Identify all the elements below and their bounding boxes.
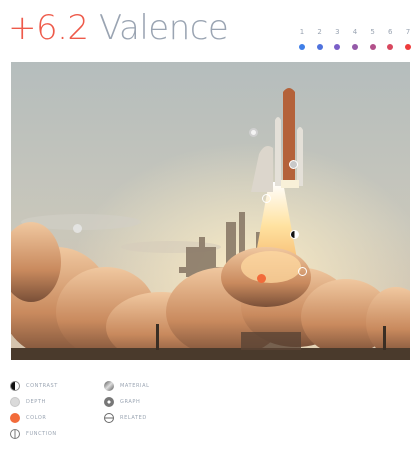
shuttle-launch-illustration	[11, 62, 410, 360]
legend-label-graph: GRAPH	[120, 399, 141, 405]
scale-label-5: 5	[370, 28, 375, 36]
scale-label-7: 7	[405, 28, 411, 36]
legend-item-material: MATERIAL	[104, 381, 150, 391]
shuttle-launch-photo	[11, 62, 410, 360]
legend-label-related: RELATED	[120, 415, 147, 421]
graph-marker[interactable]	[289, 160, 298, 169]
material-marker[interactable]	[249, 128, 258, 137]
legend-label-depth: DEPTH	[26, 399, 46, 405]
legend-item-color: COLOR	[10, 413, 46, 423]
color-icon	[10, 413, 20, 423]
depth-marker[interactable]	[73, 224, 82, 233]
related-icon	[104, 413, 114, 423]
scale-dot-4[interactable]	[349, 44, 361, 50]
legend-item-function: FUNCTION	[10, 429, 57, 439]
legend-item-contrast: CONTRAST	[10, 381, 58, 391]
material-icon	[104, 381, 114, 391]
legend-item-depth: DEPTH	[10, 397, 46, 407]
scale-dot-3[interactable]	[331, 44, 343, 50]
scale-label-6: 6	[388, 28, 393, 36]
scale-dot-2[interactable]	[314, 44, 326, 50]
scale-dot-7[interactable]	[402, 44, 414, 50]
scale-dot-6[interactable]	[384, 44, 396, 50]
scale-dot-1[interactable]	[296, 44, 308, 50]
legend-label-function: FUNCTION	[26, 431, 57, 437]
color-marker[interactable]	[257, 274, 266, 283]
valence-score-heading: +6.2 Valence	[8, 8, 229, 48]
scale-label-4: 4	[352, 28, 358, 36]
valence-score: +6.2	[8, 8, 89, 48]
valence-scale: 1 2 3 4 5 6 7	[296, 28, 414, 50]
related-marker[interactable]	[298, 267, 307, 276]
function-marker[interactable]	[262, 194, 271, 203]
legend-label-color: COLOR	[26, 415, 47, 421]
legend-item-related: RELATED	[104, 413, 147, 423]
contrast-marker[interactable]	[290, 230, 299, 239]
scale-dot-5[interactable]	[367, 44, 379, 50]
scale-label-3: 3	[335, 28, 340, 36]
legend-item-graph: GRAPH	[104, 397, 140, 407]
contrast-icon	[10, 381, 20, 391]
legend-label-material: MATERIAL	[120, 383, 150, 389]
valence-title: Valence	[98, 8, 229, 48]
depth-icon	[10, 397, 20, 407]
scale-label-1: 1	[299, 28, 305, 36]
scale-label-2: 2	[317, 28, 322, 36]
function-icon	[10, 429, 20, 439]
graph-icon	[104, 397, 114, 407]
legend-label-contrast: CONTRAST	[26, 383, 58, 389]
